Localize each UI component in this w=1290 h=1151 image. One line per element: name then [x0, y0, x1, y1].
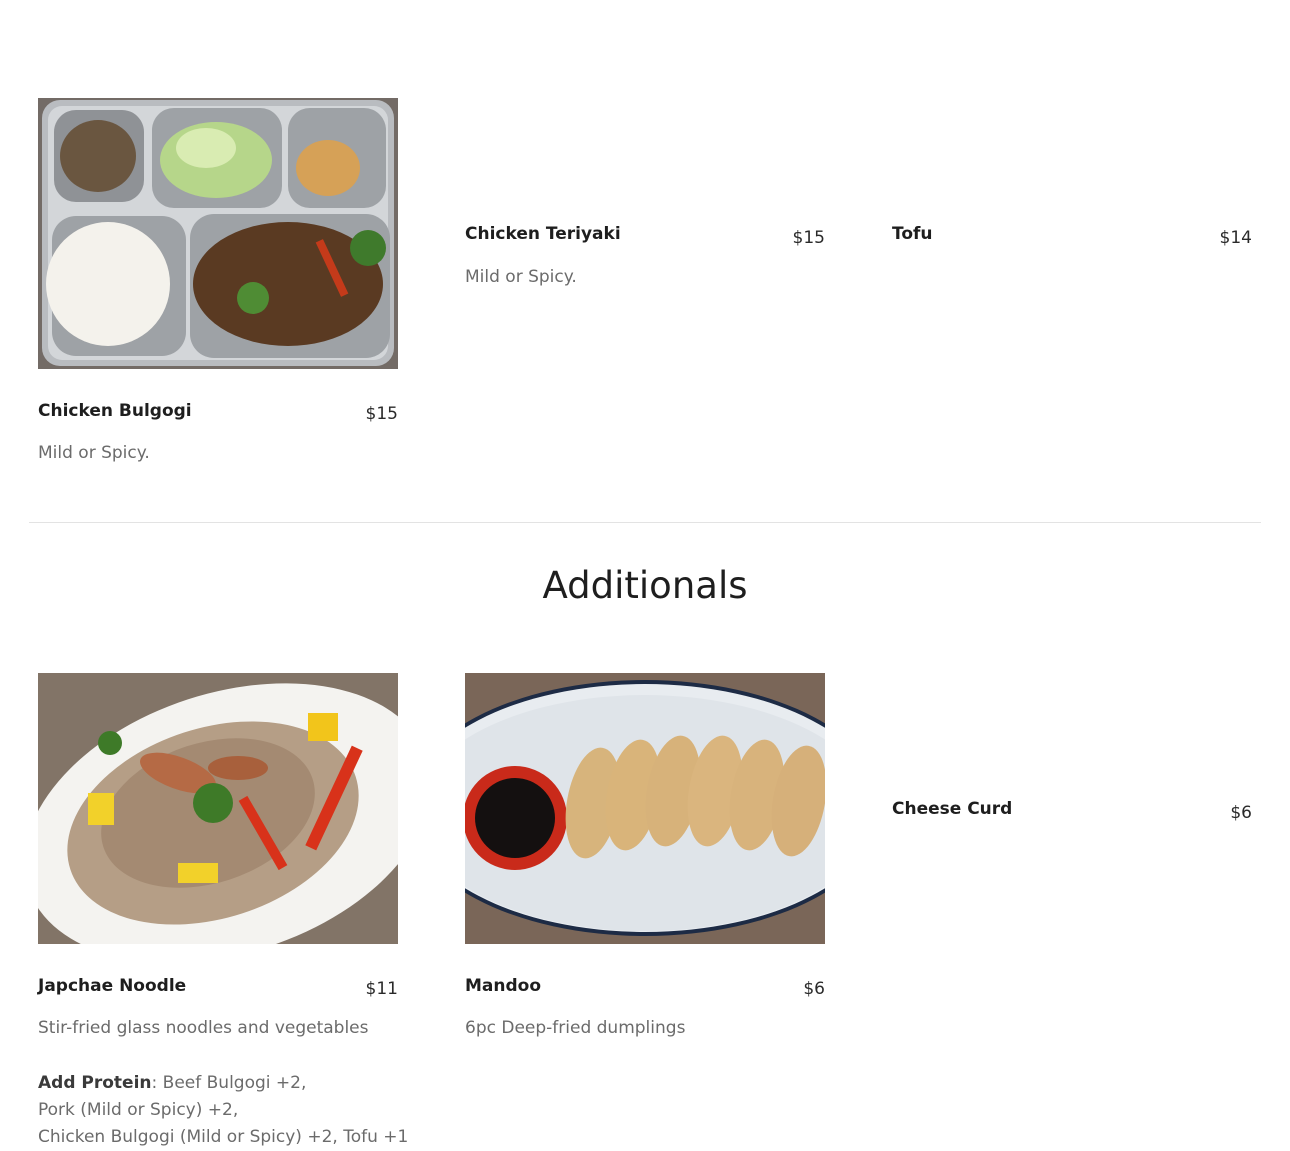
item-description: Stir-fried glass noodles and vegetables: [38, 1018, 369, 1038]
item-description: Mild or Spicy.: [465, 267, 577, 287]
item-price: $14: [1219, 228, 1252, 248]
item-price: $11: [365, 979, 398, 999]
item-description: Mild or Spicy.: [38, 443, 150, 463]
add-protein-line: : Beef Bulgogi +2,: [151, 1073, 307, 1093]
chicken-bulgogi-photo: [38, 98, 398, 369]
item-description: 6pc Deep-fried dumplings: [465, 1018, 686, 1038]
item-name: Tofu: [892, 224, 933, 244]
item-name: Chicken Bulgogi: [38, 401, 192, 421]
mandoo-photo: [465, 673, 825, 944]
add-protein-note: Add Protein: Beef Bulgogi +2, Pork (Mild…: [38, 1070, 438, 1151]
item-price: $15: [792, 228, 825, 248]
item-price: $6: [1230, 803, 1252, 823]
add-protein-label: Add Protein: [38, 1073, 152, 1093]
item-name: Chicken Teriyaki: [465, 224, 621, 244]
section-title: Additionals: [542, 564, 748, 607]
item-price: $6: [803, 979, 825, 999]
section-divider: [29, 522, 1261, 523]
item-name: Mandoo: [465, 976, 542, 996]
japchae-noodle-photo: [38, 673, 398, 944]
add-protein-line: Pork (Mild or Spicy) +2,: [38, 1100, 239, 1120]
item-name: Cheese Curd: [892, 799, 1013, 819]
item-name: Japchae Noodle: [38, 976, 187, 996]
item-price: $15: [365, 404, 398, 424]
